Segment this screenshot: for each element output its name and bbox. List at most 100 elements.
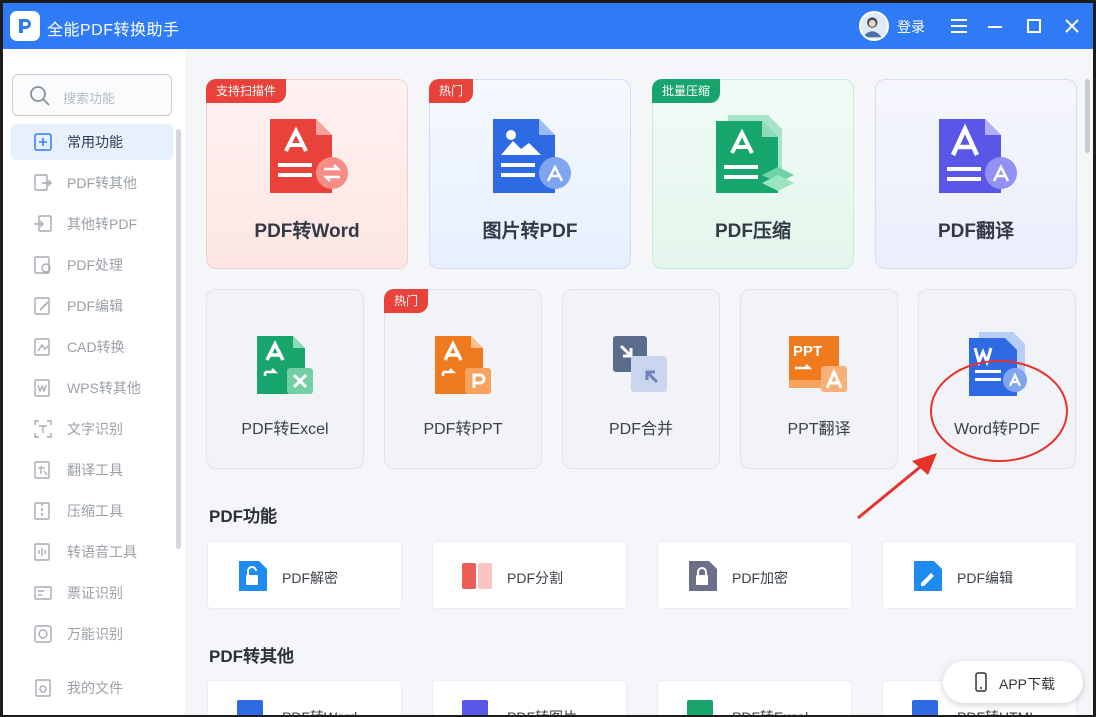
- maximize-icon: [1027, 19, 1041, 33]
- card-pdf-to-ppt[interactable]: 热门 PDF转PPT: [384, 289, 542, 469]
- card-pdf-compress[interactable]: 批量压缩 PDF压缩: [652, 79, 854, 269]
- sidebar-item-label: 文字识别: [67, 421, 123, 437]
- func-label: PDF编辑: [957, 570, 1013, 586]
- sidebar-scrollbar[interactable]: [176, 129, 181, 549]
- translate-icon: [33, 460, 53, 480]
- card-label: PDF合并: [608, 421, 673, 438]
- sidebar-item-other-to-pdf[interactable]: 其他转PDF: [11, 206, 173, 242]
- sidebar-item-wps[interactable]: WPS转其他: [11, 370, 173, 406]
- cad-icon: [33, 337, 53, 357]
- minimize-button[interactable]: [981, 12, 1009, 40]
- ticket-icon: [33, 583, 53, 603]
- func-label: PDF分割: [507, 570, 563, 586]
- to-pdf-icon: [33, 214, 53, 234]
- hamburger-icon: [951, 19, 967, 33]
- card-label: PPT翻译: [787, 421, 851, 438]
- func-label: PDF解密: [282, 570, 338, 586]
- card-pdf-to-excel[interactable]: PDF转Excel: [206, 289, 364, 469]
- func-label: PDF转图片: [507, 707, 577, 715]
- sidebar-item-label: 我的文件: [67, 680, 123, 696]
- sidebar-item-ticket[interactable]: 票证识别: [11, 575, 173, 611]
- pdf-to-ppt-icon: [435, 336, 491, 394]
- section-title-pdf-functions: PDF功能: [209, 507, 277, 526]
- ocr-icon: [33, 419, 53, 439]
- login-link[interactable]: 登录: [897, 17, 925, 37]
- func-pdf-split[interactable]: PDF分割: [432, 541, 627, 609]
- func-pdf-to-image[interactable]: PDF转图片: [432, 680, 627, 715]
- sidebar-item-common[interactable]: 常用功能: [11, 124, 173, 160]
- sidebar-item-voice[interactable]: 转语音工具: [11, 534, 173, 570]
- sidebar-item-label: PDF编辑: [67, 298, 123, 314]
- title-bar: 全能PDF转换助手 登录: [3, 3, 1093, 49]
- card-label: PDF转Excel: [241, 421, 329, 438]
- scan-icon: [33, 624, 53, 644]
- sidebar-item-pdf-edit[interactable]: PDF编辑: [11, 288, 173, 324]
- sidebar-item-cad[interactable]: CAD转换: [11, 329, 173, 365]
- card-tag: 热门: [429, 79, 474, 103]
- card-label: 图片转PDF: [482, 221, 578, 242]
- card-pdf-to-word[interactable]: 支持扫描件 PDF转Word: [206, 79, 408, 269]
- card-tag: 支持扫描件: [206, 79, 287, 103]
- sidebar-item-label: 其他转PDF: [67, 216, 137, 232]
- star-tool-icon: [33, 132, 53, 152]
- pdf-edit-icon: [33, 296, 53, 316]
- file-icon: [33, 678, 53, 698]
- compress-icon: [33, 501, 53, 521]
- sidebar-item-my-files[interactable]: 我的文件: [11, 670, 173, 706]
- pdf-to-excel-icon: [257, 336, 313, 394]
- sidebar-item-ocr[interactable]: 文字识别: [11, 411, 173, 447]
- card-label: PDF转Word: [254, 221, 360, 242]
- func-label: PDF加密: [732, 570, 788, 586]
- pdf-to-word-icon: [270, 119, 348, 193]
- voice-icon: [33, 542, 53, 562]
- sidebar-item-label: CAD转换: [67, 339, 125, 355]
- unlock-icon: [239, 561, 267, 591]
- pdf-image-icon: [462, 700, 488, 715]
- card-tag: 热门: [384, 289, 429, 313]
- sidebar-item-label: 转语音工具: [67, 544, 137, 560]
- func-pdf-decrypt[interactable]: PDF解密: [207, 541, 402, 609]
- func-label: PDF转Word: [282, 707, 357, 715]
- card-pdf-merge[interactable]: PDF合并: [562, 289, 720, 469]
- image-to-pdf-icon: [493, 119, 571, 193]
- app-download-button[interactable]: APP下载: [943, 661, 1083, 703]
- sidebar-item-label: 压缩工具: [67, 503, 123, 519]
- word-to-pdf-icon: [969, 332, 1027, 396]
- func-pdf-to-excel[interactable]: PDF转Excel: [657, 680, 852, 715]
- main-scrollbar[interactable]: [1085, 79, 1090, 153]
- split-icon: [462, 563, 492, 589]
- sidebar-item-pdf-to-other[interactable]: PDF转其他: [11, 165, 173, 201]
- close-button[interactable]: [1058, 12, 1086, 40]
- pdf-process-icon: [33, 255, 53, 275]
- card-image-to-pdf[interactable]: 热门 图片转PDF: [429, 79, 631, 269]
- sidebar-item-translate[interactable]: 翻译工具: [11, 452, 173, 488]
- main-content: 支持扫描件 PDF转Word 热门 图片转PDF 批量压缩 PDF压缩 PDF翻…: [185, 49, 1093, 715]
- func-pdf-edit[interactable]: PDF编辑: [882, 541, 1077, 609]
- edit-icon: [914, 561, 942, 591]
- card-word-to-pdf[interactable]: Word转PDF: [918, 289, 1076, 469]
- sidebar-item-pdf-process[interactable]: PDF处理: [11, 247, 173, 283]
- card-tag: 批量压缩: [652, 79, 721, 103]
- ppt-translate-icon: PPT: [789, 336, 847, 392]
- sidebar-item-label: 票证识别: [67, 585, 123, 601]
- maximize-button[interactable]: [1020, 12, 1048, 40]
- card-ppt-translate[interactable]: PPT PPT翻译: [740, 289, 898, 469]
- menu-button[interactable]: [945, 12, 973, 40]
- sidebar-item-label: 万能识别: [67, 626, 123, 642]
- func-pdf-encrypt[interactable]: PDF加密: [657, 541, 852, 609]
- func-pdf-to-word[interactable]: PDF转Word: [207, 680, 402, 715]
- minimize-icon: [988, 26, 1002, 28]
- pdf-html-icon: [912, 700, 938, 715]
- pdf-compress-icon: [716, 115, 794, 193]
- card-pdf-translate[interactable]: PDF翻译: [875, 79, 1077, 269]
- search-placeholder: 搜索功能: [63, 91, 116, 106]
- wps-icon: [33, 378, 53, 398]
- search-input[interactable]: 搜索功能: [12, 74, 172, 116]
- sidebar-item-compress[interactable]: 压缩工具: [11, 493, 173, 529]
- sidebar-item-scan[interactable]: 万能识别: [11, 616, 173, 652]
- avatar[interactable]: [859, 11, 889, 41]
- card-label: PDF翻译: [937, 221, 1014, 242]
- lock-icon: [689, 561, 717, 591]
- pdf-convert-icon: [33, 173, 53, 193]
- app-download-label: APP下载: [999, 676, 1056, 692]
